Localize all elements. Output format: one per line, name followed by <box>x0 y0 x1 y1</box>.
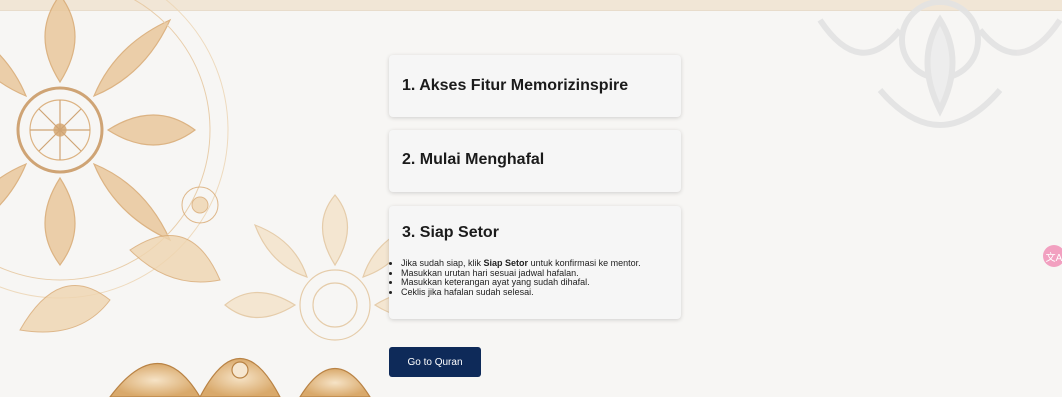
step-card-ready: 3. Siap Setor Jika sudah siap, klik Siap… <box>389 206 681 319</box>
step-title: 1. Akses Fitur Memorizinspire <box>402 77 629 94</box>
right-mandala <box>817 0 1062 128</box>
step-highlight: Siap Setor <box>483 258 529 268</box>
go-to-quran-button[interactable]: Go to Quran <box>389 347 481 377</box>
bottom-gold-ornament <box>109 357 371 397</box>
translate-icon: 文A <box>1045 252 1062 264</box>
step-title: 3. Siap Setor <box>402 224 499 241</box>
step-text: Jika sudah siap, klik <box>401 258 484 268</box>
step-title: 2. Mulai Menghafal <box>402 151 545 168</box>
steps-list: Jika sudah siap, klik Siap Setor untuk k… <box>389 258 641 298</box>
step-card-access: 1. Akses Fitur Memorizinspire <box>389 55 681 117</box>
step-card-memorize: 2. Mulai Menghafal <box>389 130 681 192</box>
step-text: untuk konfirmasi ke mentor. <box>528 258 641 268</box>
list-item: Ceklis jika hafalan sudah selesai. <box>401 287 641 298</box>
floating-action-button[interactable]: 文A <box>1043 245 1062 267</box>
